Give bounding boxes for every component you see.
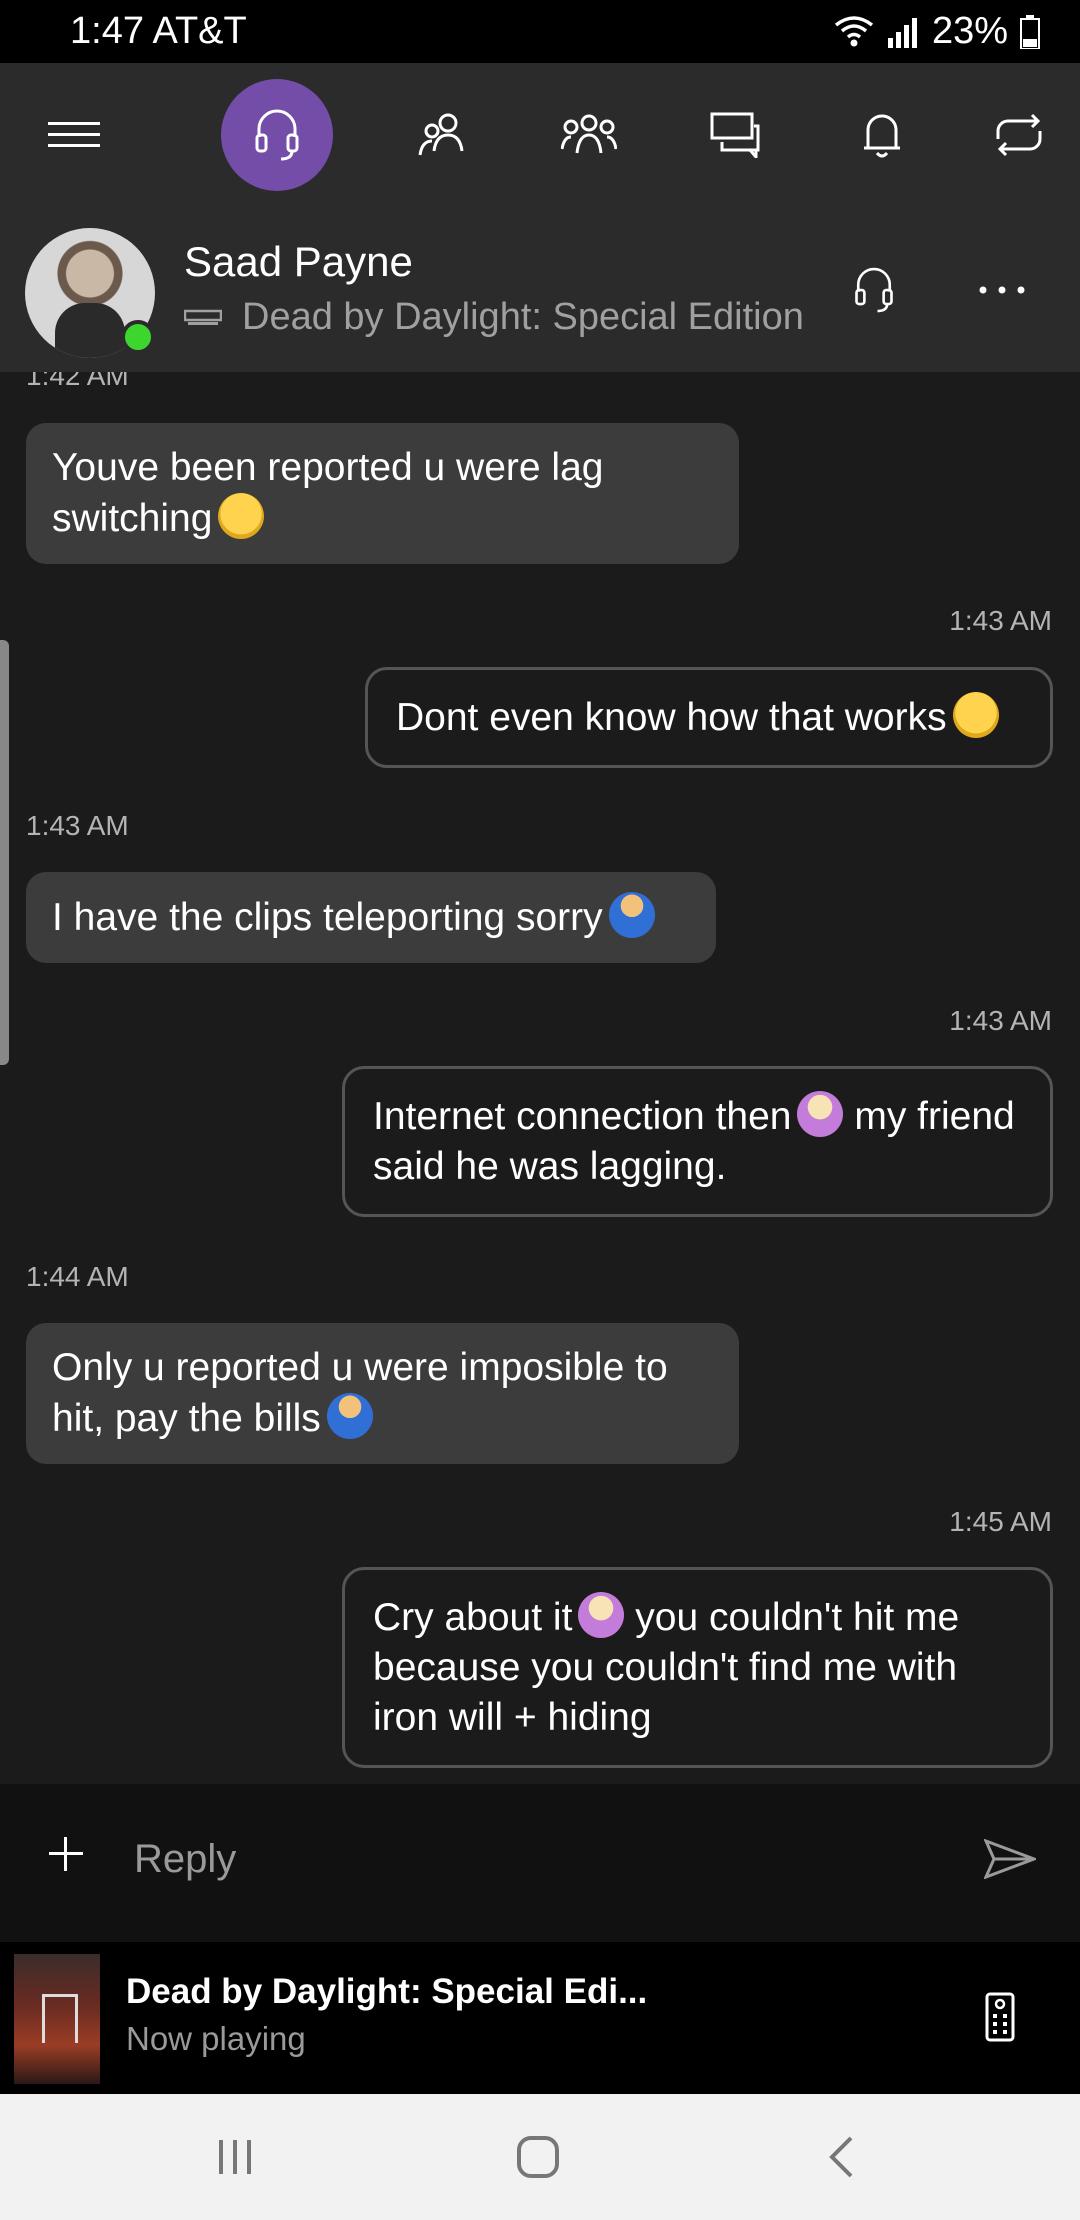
status-carrier: AT&T: [152, 10, 247, 52]
message-text: Cry about it: [373, 1596, 573, 1639]
message-incoming[interactable]: Only u reported u were imposible to hit,…: [26, 1323, 739, 1464]
top-nav: [0, 63, 1080, 208]
now-playing-title: Dead by Daylight: Special Edi...: [126, 1972, 648, 2011]
status-time: 1:47: [70, 10, 144, 52]
menu-button[interactable]: [18, 79, 130, 191]
back-button[interactable]: [796, 2122, 886, 2192]
online-status-indicator: [121, 320, 155, 354]
message-incoming[interactable]: I have the clips teleporting sorry: [26, 872, 716, 963]
console-icon: [184, 309, 222, 325]
man-shrugging-icon: [326, 1393, 373, 1439]
message-timestamp: 1:44 AM: [26, 1261, 129, 1292]
recent-apps-button[interactable]: [190, 2122, 280, 2192]
battery-percent: 23%: [931, 10, 1008, 52]
now-playing-status: Now playing: [126, 2020, 306, 2057]
message-timestamp: 1:45 AM: [949, 1506, 1052, 1537]
unamused-face-icon: [952, 692, 999, 738]
more-icon: [979, 286, 1025, 294]
presence-game: Dead by Daylight: Special Edition: [242, 296, 804, 338]
message-timestamp: 1:43 AM: [949, 1005, 1052, 1036]
scrollbar-thumb[interactable]: [0, 640, 9, 1065]
reply-bar: [0, 1784, 1080, 1942]
conversation[interactable]: 1:42 AM Youve been reported u were lag s…: [0, 372, 1080, 1784]
battery-icon: [1020, 14, 1040, 49]
recents-icon: [219, 2140, 251, 2174]
headset-icon: [855, 267, 893, 313]
reply-input[interactable]: [120, 1819, 968, 1899]
message-outgoing[interactable]: Internet connection then my friend said …: [342, 1066, 1053, 1217]
messages-icon: [710, 112, 760, 158]
more-options-button[interactable]: [962, 250, 1042, 330]
now-playing-bar[interactable]: Dead by Daylight: Special Edi... Now pla…: [0, 1942, 1080, 2094]
system-navigation-bar: [0, 2094, 1080, 2220]
friends-icon: [418, 113, 464, 156]
woman-shrugging-icon: [578, 1592, 625, 1638]
attach-button[interactable]: [40, 1828, 92, 1880]
man-shrugging-icon: [608, 892, 655, 938]
back-icon: [829, 2136, 853, 2178]
game-cover-art: [14, 1954, 100, 2084]
contact-name[interactable]: Saad Payne: [184, 238, 413, 286]
status-left: 1:47 AT&T: [70, 10, 247, 53]
plus-icon: [49, 1837, 83, 1871]
home-icon: [517, 2136, 559, 2178]
message-timestamp: 1:43 AM: [949, 605, 1052, 636]
send-button[interactable]: [975, 1824, 1045, 1894]
start-party-button[interactable]: [834, 250, 914, 330]
message-text: Dont even know how that works: [396, 696, 947, 739]
status-right: 23%: [834, 10, 1040, 53]
send-icon: [984, 1839, 1036, 1879]
remote-button[interactable]: [970, 1982, 1030, 2052]
chat-header: Saad Payne Dead by Daylight: Special Edi…: [0, 208, 1080, 372]
message-incoming[interactable]: Youve been reported u were lag switching: [26, 423, 739, 564]
woman-shrugging-icon: [797, 1091, 844, 1137]
wifi-icon: [834, 15, 874, 46]
message-timestamp: 1:42 AM: [26, 372, 129, 391]
messages-tab[interactable]: [680, 79, 792, 191]
avatar-figure: [55, 303, 125, 358]
party-tab[interactable]: [221, 79, 333, 191]
remote-icon: [985, 1992, 1015, 2042]
message-outgoing[interactable]: Dont even know how that works: [365, 667, 1053, 768]
home-button[interactable]: [493, 2122, 583, 2192]
message-text: I have the clips teleporting sorry: [52, 896, 603, 939]
message-text: Youve been reported u were lag switching: [52, 446, 604, 540]
activity-tab[interactable]: [963, 79, 1075, 191]
sync-icon: [996, 113, 1042, 157]
unamused-face-icon: [218, 493, 265, 539]
message-timestamp: 1:43 AM: [26, 810, 129, 841]
clubs-tab[interactable]: [533, 79, 645, 191]
friends-tab[interactable]: [386, 79, 498, 191]
presence-line: Dead by Daylight: Special Edition: [184, 296, 804, 339]
message-text: Internet connection then: [373, 1095, 792, 1138]
signal-icon: [887, 17, 917, 48]
bell-icon: [864, 114, 900, 158]
notifications-tab[interactable]: [826, 79, 938, 191]
status-bar: 1:47 AT&T 23%: [0, 0, 1080, 63]
menu-icon: [48, 122, 100, 147]
clubs-icon: [561, 114, 617, 154]
headset-icon: [255, 109, 299, 161]
message-outgoing[interactable]: Cry about it you couldn't hit me because…: [342, 1567, 1053, 1768]
